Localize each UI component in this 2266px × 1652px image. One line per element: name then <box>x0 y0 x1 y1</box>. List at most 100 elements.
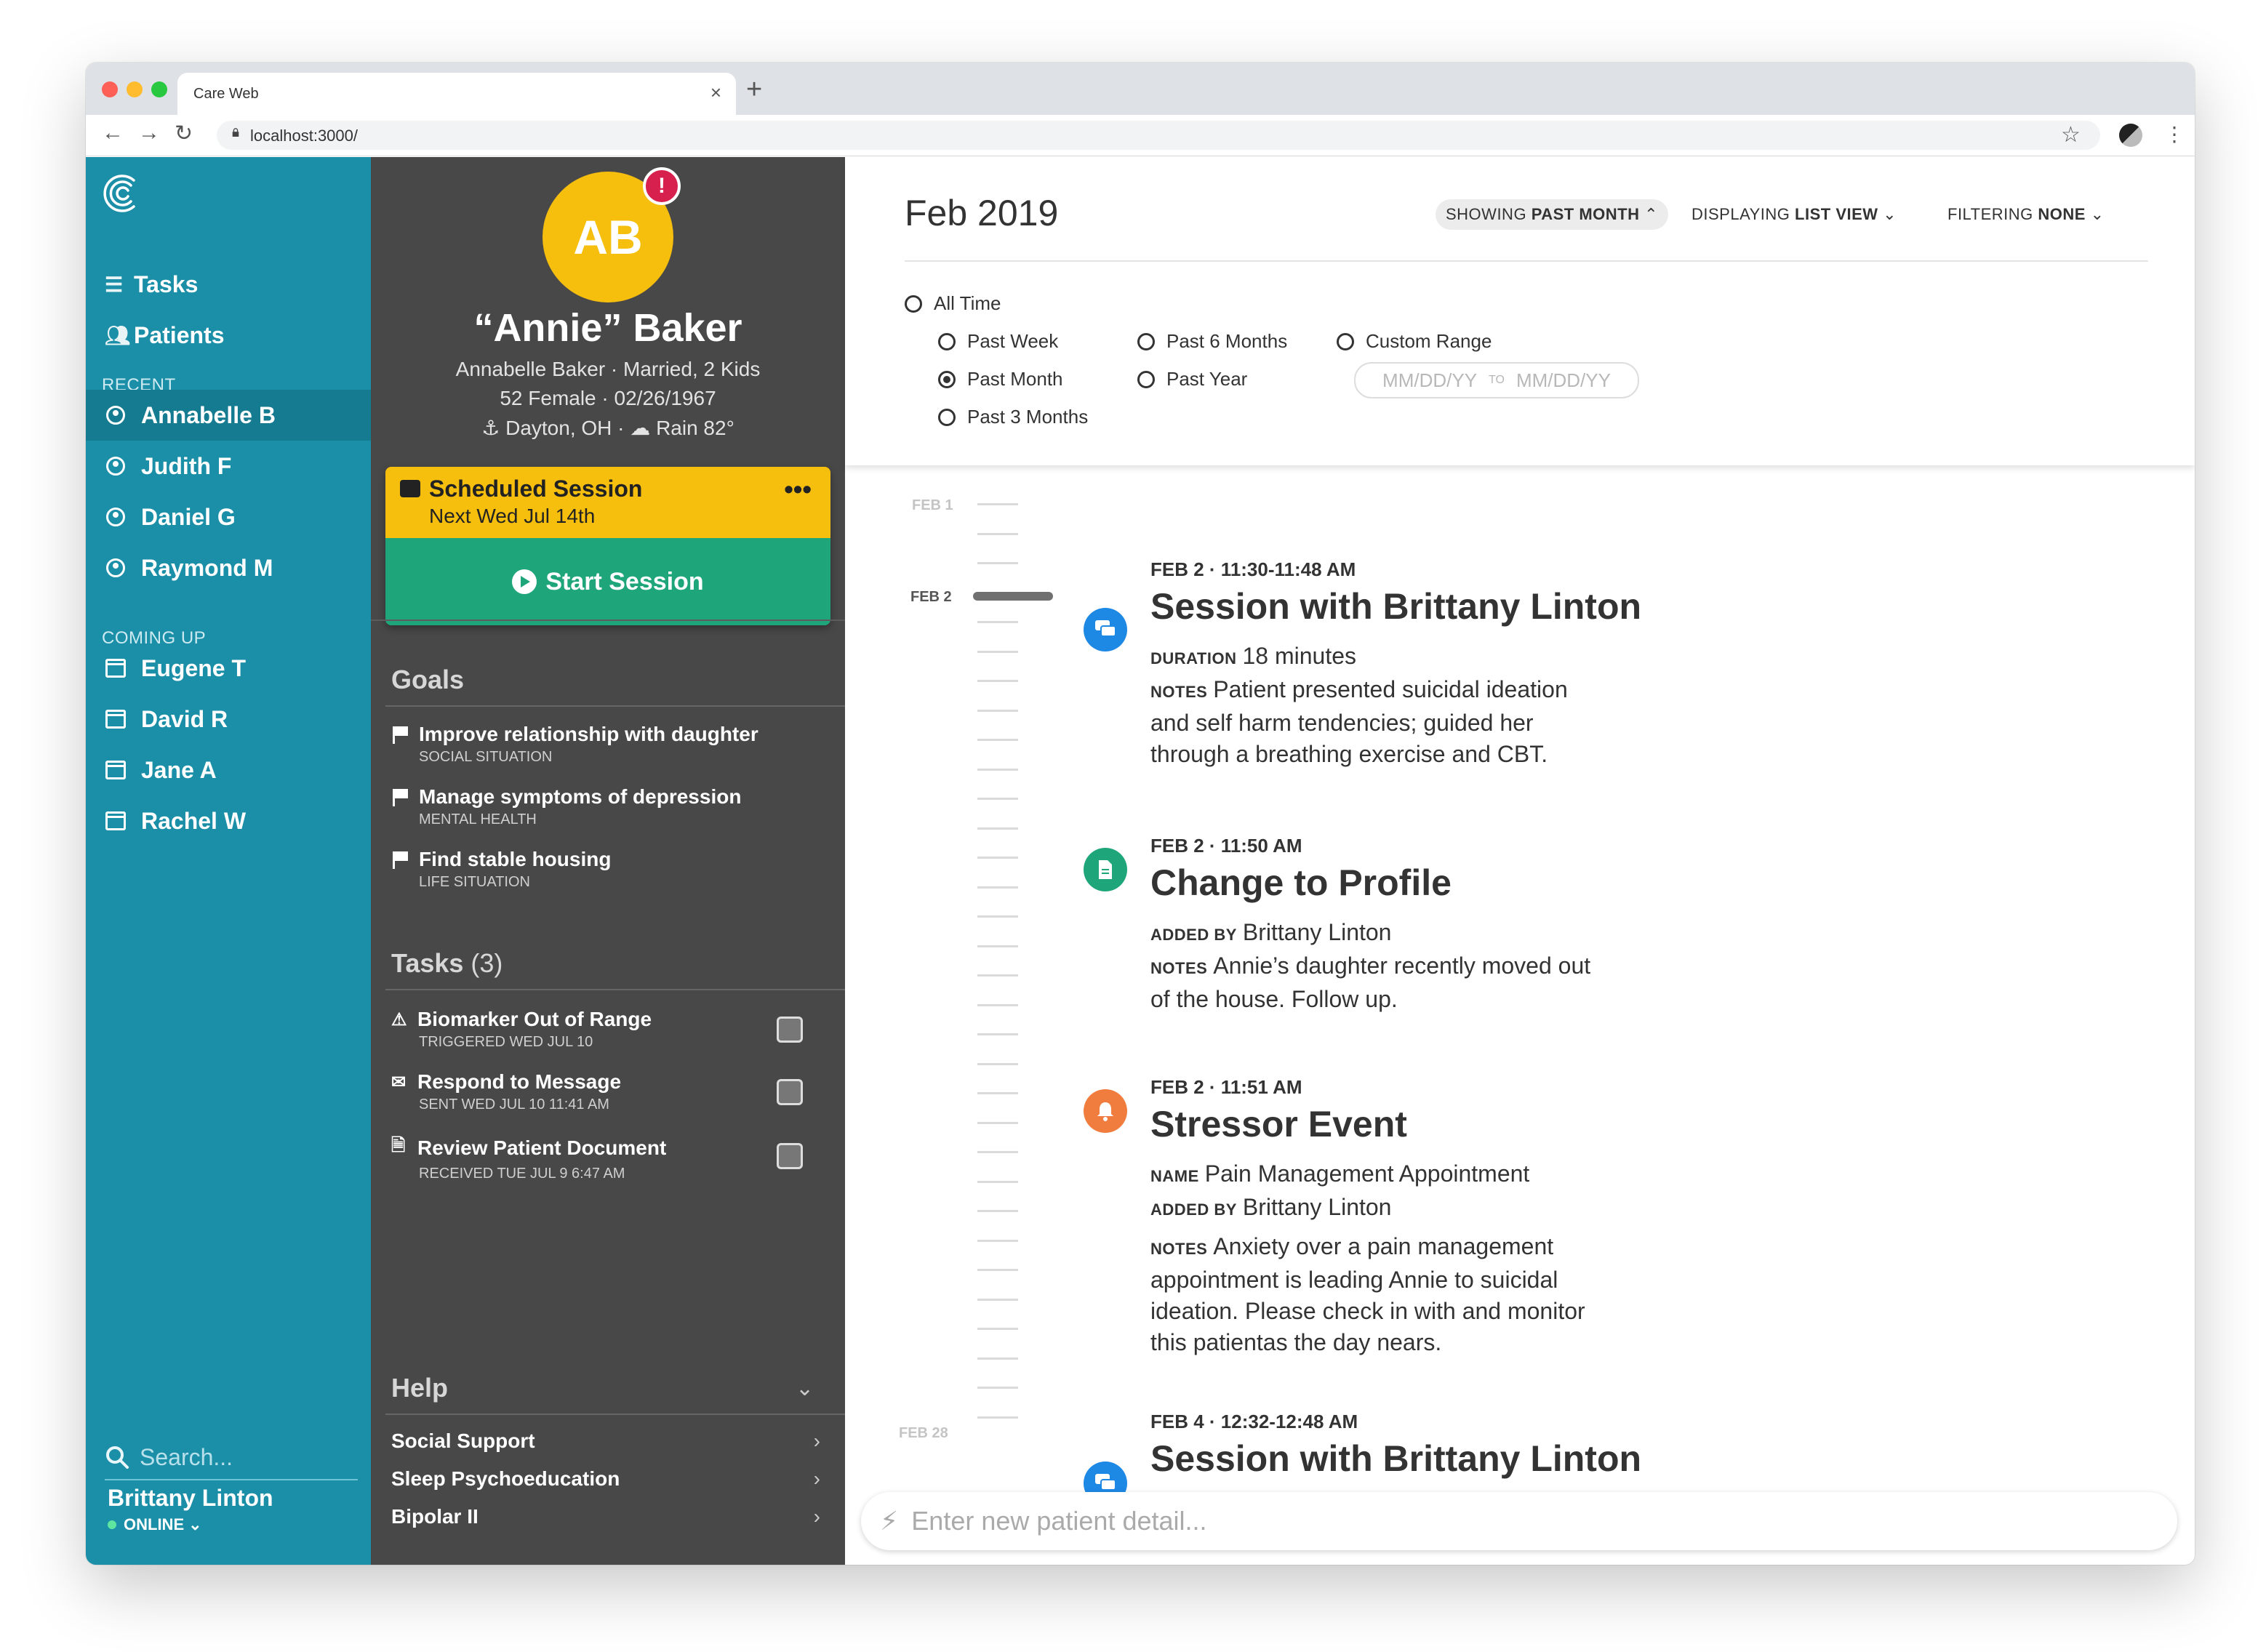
more-options-icon[interactable]: ••• <box>784 474 812 505</box>
timeline-current-marker[interactable] <box>973 592 1053 601</box>
timeline-event[interactable]: FEB 2 · 11:50 AM Change to Profile ADDED… <box>1084 835 1805 1015</box>
scheduled-session-info[interactable]: Scheduled Session Next Wed Jul 14th ••• <box>385 467 830 538</box>
new-patient-detail-input[interactable]: ⚡︎ Enter new patient detail... <box>861 1492 2177 1550</box>
online-dot-icon <box>108 1520 116 1529</box>
tab-close-icon[interactable]: × <box>710 81 721 104</box>
upcoming-patient-eugene[interactable]: Eugene T <box>86 643 371 694</box>
timeline-event[interactable]: FEB 2 · 11:51 AM Stressor Event NAME Pain… <box>1084 1076 1805 1358</box>
goal-category: LIFE SITUATION <box>419 874 530 890</box>
event-date: FEB 4 · 12:32-12:48 AM <box>1150 1411 1358 1432</box>
divider <box>385 1414 845 1415</box>
profile-avatar-icon[interactable] <box>2119 124 2142 147</box>
back-icon[interactable]: ← <box>102 121 124 145</box>
timeline-tick <box>977 621 1018 623</box>
patient-details-line2: 52 Female · 02/26/1967 <box>500 387 716 409</box>
patient-name: Daniel G <box>141 503 236 530</box>
upcoming-patient-jane[interactable]: Jane A <box>86 745 371 795</box>
patient-location-weather: ⚓︎ Dayton, OH · ☁︎ Rain 82° <box>481 417 734 439</box>
search-placeholder: Search... <box>140 1443 233 1470</box>
upcoming-patient-rachel[interactable]: Rachel W <box>86 795 371 846</box>
start-session-button[interactable]: Start Session <box>385 538 830 625</box>
patient-name: Jane A <box>141 756 217 783</box>
divider <box>385 705 845 707</box>
range-option-past-6-months[interactable]: Past 6 Months <box>1137 330 1287 353</box>
zoom-window-icon[interactable] <box>151 81 167 97</box>
patient-name: Judith F <box>141 452 232 479</box>
warning-icon: ⚠︎ <box>391 1009 407 1030</box>
timeline-tick <box>977 886 1018 889</box>
browser-tab[interactable]: Care Web × <box>177 73 736 115</box>
user-status-dropdown[interactable]: ONLINE ⌄ <box>108 1515 202 1534</box>
upcoming-patient-david[interactable]: David R <box>86 694 371 745</box>
range-option-past-month[interactable]: Past Month <box>938 368 1063 390</box>
flag-icon <box>391 726 409 744</box>
bell-icon <box>1084 1089 1127 1133</box>
goal-item[interactable]: Manage symptoms of depression MENTAL HEA… <box>391 785 741 828</box>
event-date: FEB 2 · 11:30-11:48 AM <box>1150 558 1356 580</box>
timeline-event[interactable]: FEB 4 · 12:32-12:48 AM Session with Brit… <box>1084 1411 1805 1505</box>
goal-item[interactable]: Find stable housing LIFE SITUATION <box>391 848 611 891</box>
goal-title: Find stable housing <box>419 848 612 870</box>
forward-icon[interactable]: → <box>138 121 160 145</box>
timeline-tick <box>977 1033 1018 1035</box>
recent-patient-judith[interactable]: Judith F <box>86 441 371 492</box>
timeline-tick <box>977 769 1018 771</box>
showing-filter-dropdown[interactable]: SHOWING PAST MONTH ⌃ <box>1436 199 1669 230</box>
event-title: Change to Profile <box>1150 862 1452 903</box>
help-item-sleep-psychoeducation[interactable]: Sleep Psychoeducation › <box>391 1467 820 1491</box>
divider <box>905 260 2148 262</box>
timeline-tick <box>977 1416 1018 1419</box>
range-option-past-year[interactable]: Past Year <box>1137 368 1247 390</box>
care-web-app: ☰ Tasks 👥︎ Patients RECENT Annabelle B J… <box>86 157 2195 1565</box>
date-from-input[interactable]: MM/DD/YY <box>1382 369 1477 392</box>
browser-window: Care Web × + ← → ↻ localhost:3000/ ☆ ⋮ ☰… <box>86 63 2195 1565</box>
task-item[interactable]: 🗎︎ Review Patient Document RECEIVED TUE J… <box>391 1133 666 1182</box>
browser-menu-icon[interactable]: ⋮ <box>2164 122 2185 146</box>
lightning-icon: ⚡︎ <box>880 1506 899 1536</box>
recent-patient-annabelle[interactable]: Annabelle B <box>86 390 371 441</box>
filtering-dropdown[interactable]: FILTERING NONE ⌄ <box>1947 205 2105 224</box>
task-checkbox[interactable] <box>777 1143 803 1169</box>
help-header[interactable]: Help <box>391 1373 448 1403</box>
task-title: Review Patient Document <box>417 1136 667 1159</box>
event-field: NOTES Anxiety over a pain management appo… <box>1150 1233 1585 1355</box>
reload-icon[interactable]: ↻ <box>175 121 193 146</box>
help-item-bipolar-ii[interactable]: Bipolar II › <box>391 1505 820 1528</box>
nav-tasks[interactable]: ☰ Tasks <box>105 266 198 302</box>
patient-panel: AB ! “Annie” Baker Annabelle Baker · Mar… <box>371 157 845 1565</box>
task-item[interactable]: ⚠︎ Biomarker Out of Range TRIGGERED WED J… <box>391 1008 652 1051</box>
alert-icon[interactable]: ! <box>643 167 681 205</box>
bookmark-star-icon[interactable]: ☆ <box>2061 122 2081 148</box>
play-icon <box>512 569 537 594</box>
app-logo-icon[interactable] <box>100 172 144 215</box>
chevron-down-icon: ⌄ <box>188 1515 202 1533</box>
close-window-icon[interactable] <box>102 81 118 97</box>
people-icon: 👥︎ <box>105 324 131 347</box>
chevron-down-icon[interactable]: ⌄ <box>796 1376 814 1401</box>
task-checkbox[interactable] <box>777 1079 803 1105</box>
new-tab-icon[interactable]: + <box>746 74 762 105</box>
date-to-input[interactable]: MM/DD/YY <box>1516 369 1611 392</box>
task-item[interactable]: ✉︎ Respond to Message SENT WED JUL 10 11:… <box>391 1070 621 1113</box>
timeline-event[interactable]: FEB 2 · 11:30-11:48 AM Session with Brit… <box>1084 558 1805 770</box>
goal-item[interactable]: Improve relationship with daughter SOCIA… <box>391 723 758 766</box>
custom-date-range-input[interactable]: MM/DD/YY TO MM/DD/YY <box>1354 362 1639 398</box>
range-option-past-3-months[interactable]: Past 3 Months <box>938 406 1088 428</box>
timeline-tick <box>977 827 1018 830</box>
range-option-all-time[interactable]: All Time <box>905 292 1001 315</box>
timeline-tick <box>977 857 1018 859</box>
recent-patient-raymond[interactable]: Raymond M <box>86 542 371 593</box>
patient-search-input[interactable]: Search... <box>105 1435 358 1480</box>
divider <box>385 989 845 990</box>
help-item-social-support[interactable]: Social Support › <box>391 1430 820 1453</box>
address-bar[interactable]: localhost:3000/ <box>217 121 2100 150</box>
browser-toolbar: ← → ↻ localhost:3000/ ☆ ⋮ <box>86 115 2195 156</box>
recent-patient-daniel[interactable]: Daniel G <box>86 492 371 542</box>
minimize-window-icon[interactable] <box>127 81 143 97</box>
display-mode-dropdown[interactable]: DISPLAYING LIST VIEW ⌄ <box>1692 205 1897 224</box>
range-option-custom[interactable]: Custom Range <box>1337 330 1492 353</box>
task-checkbox[interactable] <box>777 1017 803 1043</box>
range-option-past-week[interactable]: Past Week <box>938 330 1058 353</box>
nav-patients[interactable]: 👥︎ Patients <box>105 317 224 353</box>
chat-bubble-icon <box>400 480 420 497</box>
